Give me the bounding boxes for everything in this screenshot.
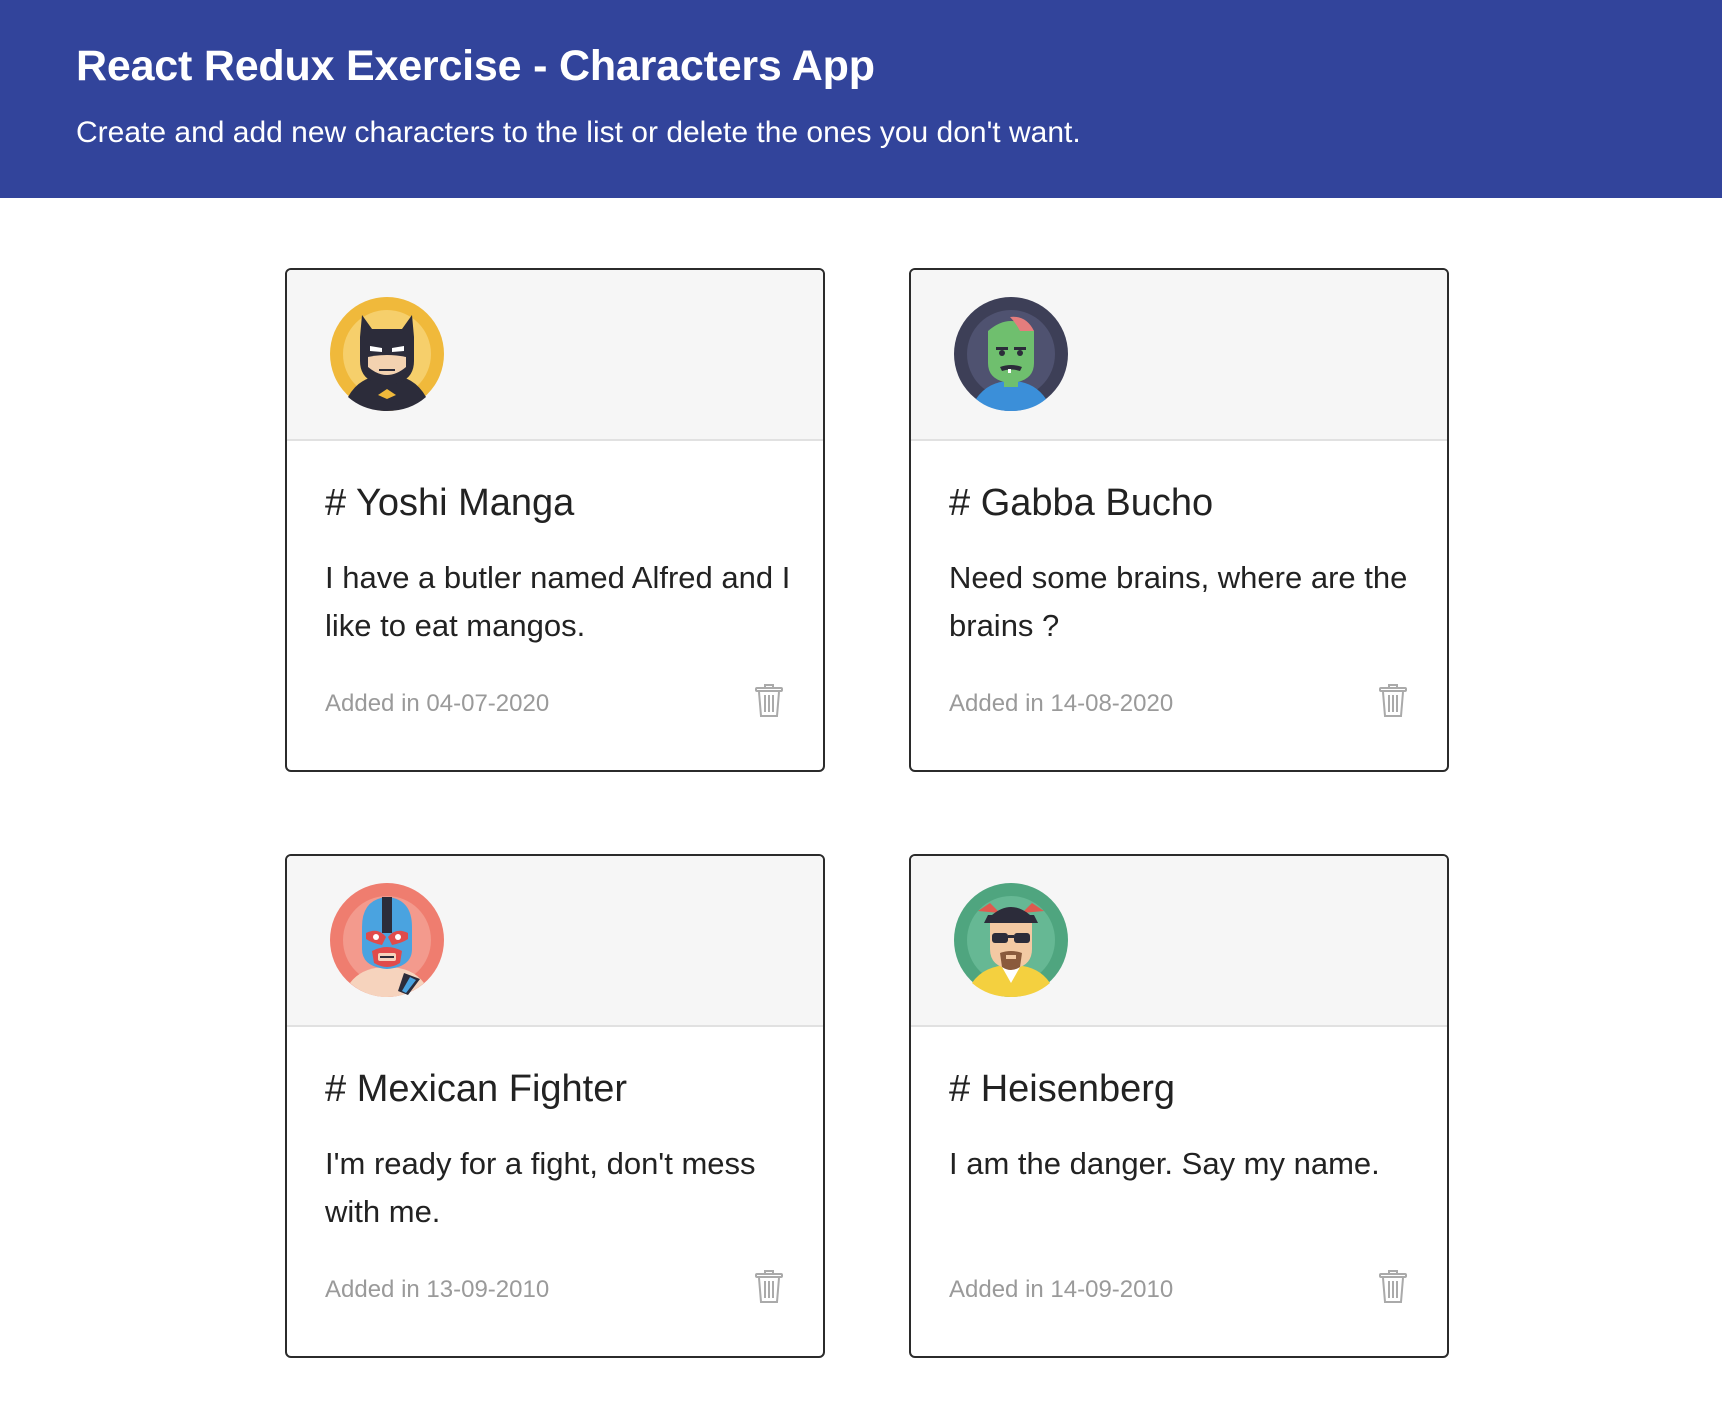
trash-icon[interactable] <box>1379 684 1407 718</box>
character-description: Need some brains, where are the brains ? <box>949 560 1408 643</box>
character-date: Added in 14-09-2010 <box>949 1276 1174 1303</box>
character-description: I have a butler named Alfred and I like … <box>325 560 791 643</box>
heisenberg-avatar-icon <box>954 883 1068 997</box>
luchador-avatar-icon <box>330 883 444 997</box>
character-date: Added in 14-08-2020 <box>949 690 1174 717</box>
character-date: Added in 13-09-2010 <box>325 1276 550 1303</box>
page-header: React Redux Exercise - Characters App Cr… <box>0 0 1722 198</box>
zombie-avatar-icon <box>954 297 1068 411</box>
trash-icon[interactable] <box>1379 1270 1407 1304</box>
card-avatar-area <box>287 270 823 441</box>
character-description: I'm ready for a fight, don't mess with m… <box>325 1146 756 1229</box>
character-name: # Mexican Fighter <box>325 1068 628 1110</box>
character-name: # Gabba Bucho <box>949 482 1214 524</box>
character-card: # Mexican Fighter I'm ready for a fight,… <box>285 854 825 1358</box>
batman-avatar-icon <box>330 297 444 411</box>
trash-icon[interactable] <box>755 684 783 718</box>
character-card: # Gabba Bucho Need some brains, where ar… <box>909 268 1449 772</box>
page-title: React Redux Exercise - Characters App <box>76 42 875 90</box>
character-date: Added in 04-07-2020 <box>325 690 550 717</box>
character-card: # Yoshi Manga I have a butler named Alfr… <box>285 268 825 772</box>
character-card: # Heisenberg I am the danger. Say my nam… <box>909 854 1449 1358</box>
card-avatar-area <box>911 856 1447 1027</box>
trash-icon[interactable] <box>755 1270 783 1304</box>
character-description: I am the danger. Say my name. <box>949 1146 1380 1181</box>
page-subtitle: Create and add new characters to the lis… <box>76 116 1081 149</box>
character-name: # Heisenberg <box>949 1068 1176 1110</box>
card-avatar-area <box>911 270 1447 441</box>
character-name: # Yoshi Manga <box>325 482 575 524</box>
card-avatar-area <box>287 856 823 1027</box>
